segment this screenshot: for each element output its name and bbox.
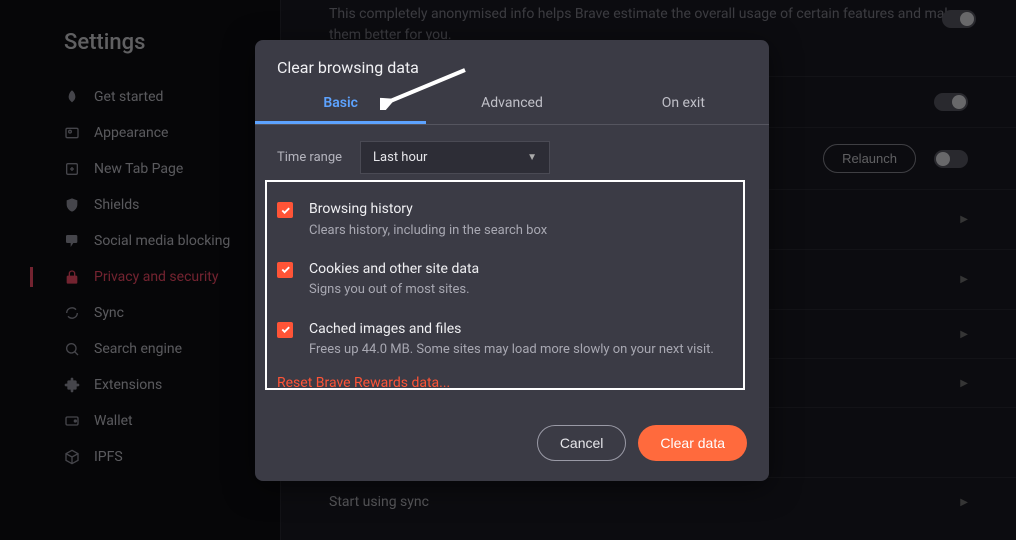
shield-icon	[64, 197, 80, 213]
chevron-right-icon: ▶	[948, 329, 968, 340]
option-desc: Clears history, including in the search …	[309, 222, 547, 240]
tab-basic[interactable]: Basic	[255, 87, 426, 124]
dialog-title: Clear browsing data	[255, 40, 769, 87]
chevron-right-icon: ▶	[948, 497, 968, 508]
tab-on-exit[interactable]: On exit	[598, 87, 769, 124]
sidebar-item-appearance[interactable]: Appearance	[30, 115, 250, 151]
option-title: Browsing history	[309, 200, 547, 220]
settings-heading: Settings	[64, 30, 250, 55]
checkbox-checked-icon[interactable]	[277, 202, 293, 218]
thumbs-down-icon	[64, 233, 80, 249]
chevron-right-icon: ▶	[948, 214, 968, 225]
checkbox-checked-icon[interactable]	[277, 262, 293, 278]
sidebar-item-privacy[interactable]: Privacy and security	[30, 259, 250, 295]
relaunch-button[interactable]: Relaunch	[823, 144, 916, 173]
wallet-icon	[64, 413, 80, 429]
sidebar-label: Search engine	[94, 341, 182, 357]
checkbox-checked-icon[interactable]	[277, 322, 293, 338]
caret-down-icon: ▼	[527, 152, 537, 163]
sidebar-label: Appearance	[94, 125, 168, 141]
time-range-label: Time range	[277, 150, 342, 165]
sidebar-item-shields[interactable]: Shields	[30, 187, 250, 223]
chevron-right-icon: ▶	[948, 274, 968, 285]
settings-sidebar: Settings Get started Appearance New Tab …	[30, 0, 250, 475]
option-browsing-history[interactable]: Browsing history Clears history, includi…	[277, 190, 747, 250]
chevron-right-icon: ▶	[948, 378, 968, 389]
time-range-select[interactable]: Last hour ▼	[360, 141, 550, 174]
sidebar-label: Social media blocking	[94, 233, 230, 249]
option-desc: Frees up 44.0 MB. Some sites may load mo…	[309, 341, 714, 359]
sidebar-label: Privacy and security	[94, 269, 218, 285]
search-icon	[64, 341, 80, 357]
toggle-anon[interactable]	[942, 10, 976, 28]
option-title: Cached images and files	[309, 320, 714, 340]
sidebar-item-wallet[interactable]: Wallet	[30, 403, 250, 439]
sidebar-label: Wallet	[94, 413, 133, 429]
time-range-value: Last hour	[373, 150, 427, 165]
lock-icon	[64, 269, 80, 285]
bg-sync-text: Start using sync	[329, 494, 429, 510]
sidebar-item-extensions[interactable]: Extensions	[30, 367, 250, 403]
sidebar-item-ipfs[interactable]: IPFS	[30, 439, 250, 475]
sidebar-label: IPFS	[94, 449, 123, 465]
cancel-button[interactable]: Cancel	[537, 425, 627, 461]
sidebar-item-search-engine[interactable]: Search engine	[30, 331, 250, 367]
plus-square-icon	[64, 161, 80, 177]
sidebar-item-sync[interactable]: Sync	[30, 295, 250, 331]
sidebar-item-get-started[interactable]: Get started	[30, 79, 250, 115]
sidebar-label: Get started	[94, 89, 163, 105]
option-title: Cookies and other site data	[309, 260, 479, 280]
sidebar-label: New Tab Page	[94, 161, 183, 177]
sidebar-label: Shields	[94, 197, 139, 213]
sidebar-item-social-media[interactable]: Social media blocking	[30, 223, 250, 259]
sidebar-label: Extensions	[94, 377, 162, 393]
reset-rewards-link[interactable]: Reset Brave Rewards data...	[277, 369, 450, 401]
rocket-icon	[64, 89, 80, 105]
clear-browsing-data-dialog: Clear browsing data Basic Advanced On ex…	[255, 40, 769, 481]
clear-data-button[interactable]: Clear data	[638, 425, 747, 461]
tab-advanced[interactable]: Advanced	[426, 87, 597, 124]
dialog-tabs: Basic Advanced On exit	[255, 87, 769, 125]
sidebar-item-new-tab[interactable]: New Tab Page	[30, 151, 250, 187]
sync-icon	[64, 305, 80, 321]
cube-icon	[64, 449, 80, 465]
sidebar-label: Sync	[94, 305, 124, 321]
toggle-2[interactable]	[934, 93, 968, 111]
option-cached[interactable]: Cached images and files Frees up 44.0 MB…	[277, 310, 747, 370]
option-cookies[interactable]: Cookies and other site data Signs you ou…	[277, 250, 747, 310]
option-desc: Signs you out of most sites.	[309, 281, 479, 299]
id-card-icon	[64, 125, 80, 141]
puzzle-icon	[64, 377, 80, 393]
toggle-3[interactable]	[934, 150, 968, 168]
